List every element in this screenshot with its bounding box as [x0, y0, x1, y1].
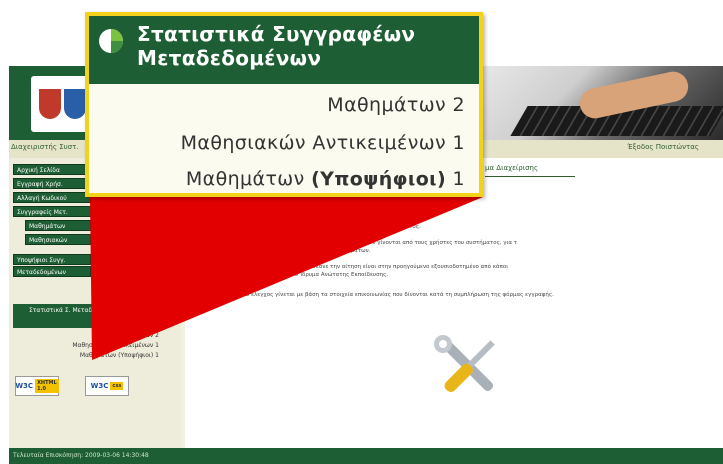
callout-title-line1: Στατιστικά Συγγραφέων	[137, 22, 416, 46]
content-text-line: αναγνωρισμένο Ίδρυμα Ανώτατης Εκπαίδευση…	[255, 272, 389, 278]
sidebar: Αρχική Σελίδα Εγγραφή Χρήσ. Αλλαγή Κωδικ…	[9, 158, 181, 448]
content-text-line: ρα να τηρήσουν που έκανε την αίτηση είνα…	[255, 264, 509, 270]
stat-small-courses-count: 2	[155, 332, 159, 339]
content-text-line: ματικά αυθεντικ για τη σωστή λειτουργία …	[255, 224, 421, 230]
wrench-icon	[434, 335, 494, 392]
w3c-css-badge-label: W3C	[90, 382, 109, 390]
w3c-css-badge[interactable]: W3C css	[85, 376, 129, 396]
sidebar-subitem-learning-objects[interactable]: Μαθησιακών	[25, 234, 91, 245]
sidebar-item-metadata-authors[interactable]: Συγγραφείς Μετ.	[13, 206, 91, 217]
content-title: μα Διαχείρισης	[485, 164, 539, 172]
tools-icon	[434, 335, 495, 393]
stat-courses-label: Μαθημάτων	[327, 94, 447, 116]
university-logo	[31, 76, 93, 132]
main-content: μα Διαχείρισης ματικά αυθεντικ για τη σω…	[185, 158, 723, 448]
stat-candidate-courses-qualifier: (Υποψήφιοι)	[311, 168, 447, 190]
page-footer: Τελευταία Επισκόπηση: 2009-03-06 14:30:4…	[9, 448, 723, 464]
content-title-underline	[485, 176, 575, 177]
stat-learning-objects-count: 1	[452, 132, 465, 154]
stat-candidate-courses-label: Μαθημάτων	[185, 168, 305, 190]
w3c-xhtml-badge-label: W3C	[15, 382, 34, 390]
callout-header: Στατιστικά Συγγραφέων Μεταδεδομένων	[89, 16, 479, 84]
stat-courses-count: 2	[452, 94, 465, 116]
content-text-line: ανού έχει είναι ο έλεγχος τις ενέργειες …	[255, 240, 518, 246]
statistics-panel-small: Στατιστικά Σ. Μεταδεδομ. Μαθημάτων 2 Μαθ…	[13, 304, 163, 364]
stat-small-learning-objects-label: Μαθησιακών Αντικειμένων	[72, 342, 154, 349]
statistics-panel-small-title: Στατιστικά Σ. Μεταδεδομ.	[13, 304, 163, 328]
sidebar-item-change-password[interactable]: Αλλαγή Κωδικού	[13, 192, 91, 203]
sidebar-item-metadata[interactable]: Μεταδεδομένων	[13, 266, 91, 277]
statistics-callout: Στατιστικά Συγγραφέων Μεταδεδομένων Μαθη…	[85, 12, 483, 197]
stat-learning-objects-label: Μαθησιακών Αντικειμένων	[180, 132, 447, 154]
stat-learning-objects: Μαθησιακών Αντικειμένων 1	[181, 132, 465, 154]
user-role-label: Διαχειριστής Συστ.	[11, 143, 79, 151]
stat-small-learning-objects-count: 1	[155, 342, 159, 349]
stat-small-courses-label: Μαθημάτων	[116, 332, 154, 339]
callout-title-line2: Μεταδεδομένων	[137, 46, 322, 70]
w3c-xhtml-badge[interactable]: W3C XHTML 1.0	[15, 376, 59, 396]
pie-chart-icon	[99, 29, 123, 53]
logo-shield-red	[38, 89, 61, 119]
content-text-line: Συγγραφείς Μεταδεδομένων Μαθημάτων.	[255, 248, 371, 254]
logout-link[interactable]: Έξοδος Ποιστώντας	[627, 143, 699, 151]
w3c-css-badge-tag: css	[110, 382, 124, 390]
stat-candidate-courses: Μαθημάτων (Υποψήφιοι) 1	[186, 168, 465, 190]
stat-small-courses: Μαθημάτων 2	[117, 332, 159, 339]
stat-courses: Μαθημάτων 2	[327, 94, 465, 116]
content-text-line: Ο έλεγχος γίνεται με βάση τα στοιχεία επ…	[245, 292, 554, 298]
stat-small-candidates-label: Μαθημάτων (Υποψήφιοι)	[79, 352, 154, 359]
footer-last-visit: Τελευταία Επισκόπηση: 2009-03-06 14:30:4…	[13, 452, 149, 459]
logo-shield-blue	[63, 89, 86, 119]
stat-small-learning-objects: Μαθησιακών Αντικειμένων 1	[72, 342, 159, 349]
callout-title: Στατιστικά Συγγραφέων Μεταδεδομένων	[137, 22, 415, 70]
stat-candidate-courses-count: 1	[452, 168, 465, 190]
stat-small-candidates: Μαθημάτων (Υποψήφιοι) 1	[80, 352, 159, 359]
sidebar-item-candidate-authors[interactable]: Υποψήφιοι Συγγ.	[13, 254, 91, 265]
w3c-xhtml-badge-tag: XHTML 1.0	[35, 379, 59, 393]
sidebar-subitem-courses[interactable]: Μαθημάτων	[25, 220, 91, 231]
sidebar-item-register[interactable]: Εγγραφή Χρήσ.	[13, 178, 91, 189]
sidebar-item-home[interactable]: Αρχική Σελίδα	[13, 164, 91, 175]
keyboard-banner-image	[479, 66, 723, 140]
stat-small-candidates-count: 1	[155, 352, 159, 359]
